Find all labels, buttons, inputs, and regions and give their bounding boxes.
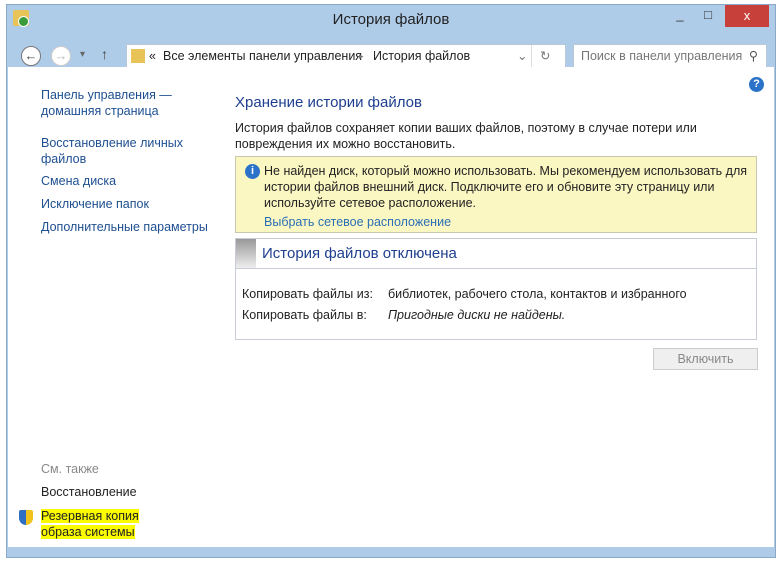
sidebar-item-home[interactable]: Панель управления — домашняя страница bbox=[41, 87, 181, 119]
forward-button[interactable]: → bbox=[51, 46, 71, 66]
warning-text: Не найден диск, который можно использова… bbox=[264, 164, 748, 210]
see-also-system-image-backup[interactable]: Резервная копия образа системы bbox=[41, 508, 181, 540]
copy-from-value: библиотек, рабочего стола, контактов и и… bbox=[388, 287, 687, 301]
refresh-icon[interactable]: ↻ bbox=[540, 45, 550, 67]
breadcrumb-overflow[interactable]: « bbox=[149, 45, 156, 67]
maximize-button[interactable]: □ bbox=[695, 5, 721, 27]
address-bar[interactable]: « Все элементы панели управления ▸ Истор… bbox=[126, 44, 566, 68]
status-title: История файлов отключена bbox=[262, 245, 457, 262]
breadcrumb-separator[interactable]: ▸ bbox=[359, 45, 364, 67]
see-also-system-image-label: Резервная копия образа системы bbox=[41, 509, 139, 539]
search-input[interactable]: Поиск в панели управления ⚲ bbox=[573, 44, 767, 68]
uac-shield-icon bbox=[19, 510, 33, 525]
search-placeholder: Поиск в панели управления bbox=[581, 49, 743, 63]
address-dropdown-icon[interactable]: ⌄ bbox=[517, 45, 527, 67]
copy-to-label: Копировать файлы в: bbox=[242, 308, 367, 322]
sidebar-item-exclude[interactable]: Исключение папок bbox=[41, 196, 149, 212]
copy-from-label: Копировать файлы из: bbox=[242, 287, 373, 301]
window-title: История файлов bbox=[332, 11, 450, 28]
search-icon[interactable]: ⚲ bbox=[749, 45, 758, 67]
info-icon: i bbox=[245, 164, 260, 179]
see-also-recovery[interactable]: Восстановление bbox=[41, 484, 137, 500]
breadcrumb-file-history[interactable]: История файлов bbox=[373, 45, 470, 67]
recent-pages-dropdown[interactable]: ▾ bbox=[80, 49, 85, 60]
copy-to-value: Пригодные диски не найдены. bbox=[388, 308, 566, 322]
status-stripe bbox=[236, 239, 256, 268]
help-icon[interactable]: ? bbox=[749, 77, 764, 92]
breadcrumb-control-panel[interactable]: Все элементы панели управления bbox=[163, 45, 362, 67]
sidebar-item-restore[interactable]: Восстановление личных файлов bbox=[41, 135, 191, 167]
page-description: История файлов сохраняет копии ваших фай… bbox=[235, 121, 697, 151]
sidebar-item-change-drive[interactable]: Смена диска bbox=[41, 173, 116, 189]
see-also-heading: См. также bbox=[41, 462, 99, 476]
window: История файлов _ □ x ← → ▾ ↑ « Все элеме… bbox=[6, 4, 776, 558]
select-network-location-link[interactable]: Выбрать сетевое расположение bbox=[264, 214, 748, 230]
no-drive-warning: i Не найден диск, который можно использо… bbox=[235, 156, 757, 233]
file-history-icon bbox=[131, 49, 145, 63]
close-button[interactable]: x bbox=[725, 5, 769, 27]
minimize-button[interactable]: _ bbox=[667, 5, 693, 27]
copy-to-row: Копировать файлы в: Пригодные диски не на… bbox=[242, 308, 565, 322]
page-title: Хранение истории файлов bbox=[235, 94, 422, 111]
content-area: ? Панель управления — домашняя страница … bbox=[8, 67, 774, 547]
copy-from-row: Копировать файлы из: библиотек, рабочего … bbox=[242, 287, 687, 301]
status-panel: История файлов отключена Копировать файл… bbox=[235, 238, 757, 340]
enable-button[interactable]: Включить bbox=[653, 348, 758, 370]
back-button[interactable]: ← bbox=[21, 46, 41, 66]
sidebar-item-advanced[interactable]: Дополнительные параметры bbox=[41, 219, 208, 235]
up-button[interactable]: ↑ bbox=[101, 46, 108, 62]
